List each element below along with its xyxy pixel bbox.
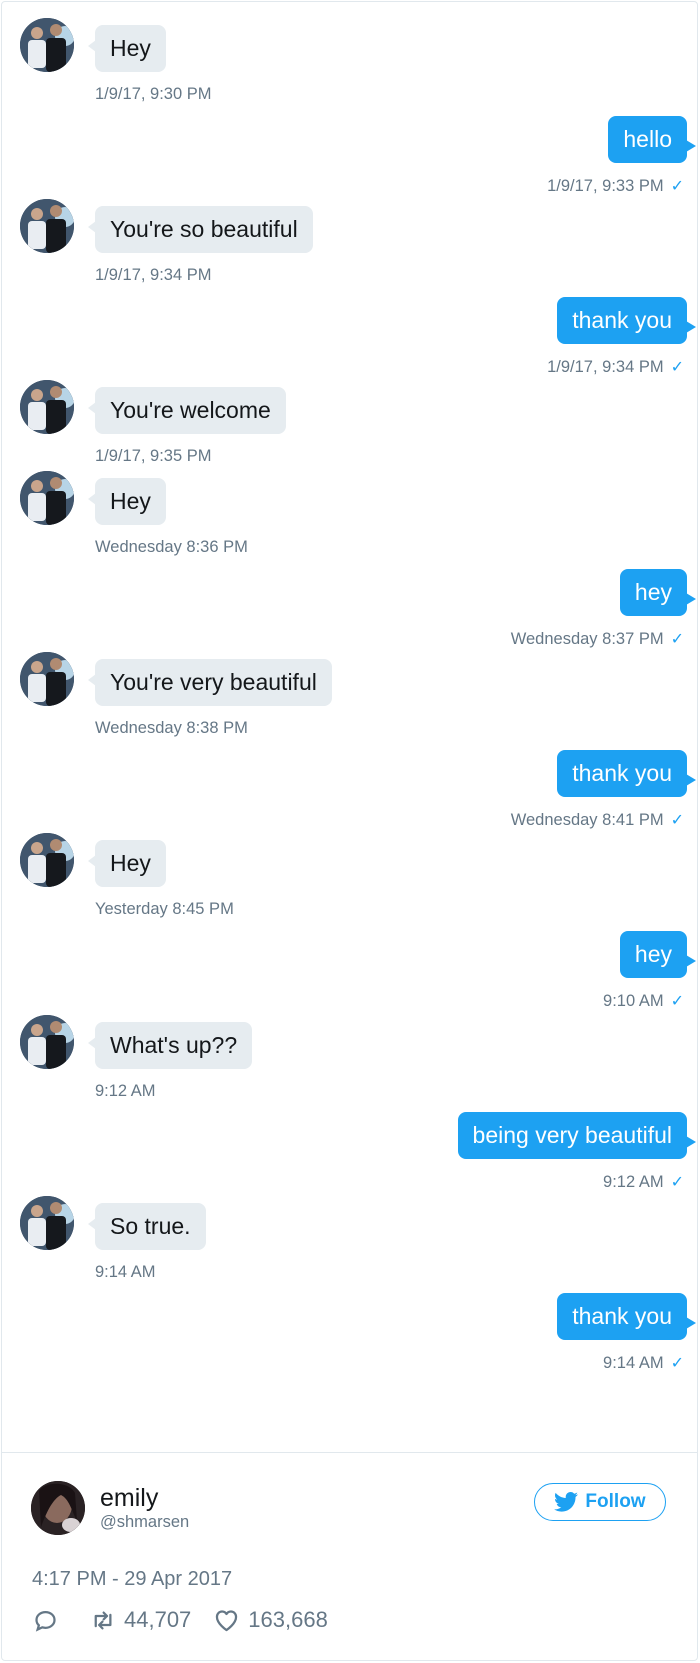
sender-avatar[interactable] xyxy=(20,471,74,525)
message-received: Hey 1/9/17, 9:30 PM xyxy=(0,2,700,103)
sender-avatar[interactable] xyxy=(20,1014,74,1069)
retweet-count: 44,707 xyxy=(124,1607,192,1632)
message-bubble[interactable]: Hey xyxy=(88,478,166,525)
message-bubble[interactable]: So true. xyxy=(88,1202,206,1250)
reply-icon xyxy=(35,1610,56,1632)
sender-avatar[interactable] xyxy=(20,1195,74,1250)
message-bubble[interactable]: hey xyxy=(619,931,697,978)
sender-avatar[interactable] xyxy=(20,380,74,435)
sender-avatar-photo xyxy=(20,1014,74,1069)
message-bubble[interactable]: thank you xyxy=(557,296,696,344)
message-bubble[interactable]: Hey xyxy=(88,25,166,72)
follow-button[interactable]: Follow xyxy=(534,1483,666,1521)
message-received: Hey Yesterday 8:45 PM xyxy=(0,817,700,918)
message-sent: thank you 9:14 AM ✓ xyxy=(0,1270,700,1372)
sender-avatar[interactable] xyxy=(20,199,74,254)
message-bubble[interactable]: hey xyxy=(619,568,697,616)
retweet-icon xyxy=(94,1611,112,1629)
author-handle[interactable]: @shmarsen xyxy=(100,1513,189,1532)
message-received: You're welcome 1/9/17, 9:35 PM xyxy=(0,364,700,465)
read-check-icon: ✓ xyxy=(670,1355,684,1373)
message-sent: thank you Wednesday 8:41 PM ✓ xyxy=(0,727,700,829)
tweet-timestamp[interactable]: 4:17 PM - 29 Apr 2017 xyxy=(32,1568,232,1591)
message-bubble[interactable]: You're so beautiful xyxy=(88,206,313,254)
sender-avatar[interactable] xyxy=(20,18,74,72)
like-action[interactable]: 163,668 xyxy=(213,1607,328,1634)
message-sent: being very beautiful 9:12 AM ✓ xyxy=(0,1089,700,1191)
message-sent: hey 9:10 AM ✓ xyxy=(0,908,700,1010)
message-bubble[interactable]: thank you xyxy=(557,749,696,797)
author-name[interactable]: emily xyxy=(100,1484,158,1513)
sender-avatar-photo xyxy=(20,18,74,72)
author-avatar-photo xyxy=(31,1481,85,1535)
message-bubble[interactable]: What's up?? xyxy=(87,1021,253,1069)
message-received: So true. 9:14 AM xyxy=(0,1180,700,1281)
message-bubble[interactable]: You're welcome xyxy=(88,387,286,435)
message-sent: thank you 1/9/17, 9:34 PM ✓ xyxy=(0,274,700,376)
twitter-bird-icon xyxy=(554,1492,579,1512)
message-sent: hello 1/9/17, 9:33 PM ✓ xyxy=(0,93,700,195)
message-received: You're very beautiful Wednesday 8:38 PM xyxy=(0,636,700,737)
message-bubble[interactable]: thank you xyxy=(557,1293,696,1341)
sender-avatar[interactable] xyxy=(20,833,74,888)
follow-label: Follow xyxy=(585,1491,646,1512)
message-received: You're so beautiful 1/9/17, 9:34 PM xyxy=(0,183,700,284)
message-bubble[interactable]: You're very beautiful xyxy=(88,659,332,707)
retweet-action[interactable]: 44,707 xyxy=(89,1607,191,1634)
message-received: What's up?? 9:12 AM xyxy=(0,999,700,1100)
reply-action[interactable] xyxy=(32,1607,67,1634)
message-timestamp: 9:14 AM ✓ xyxy=(603,1353,684,1373)
sender-avatar-photo xyxy=(20,471,74,525)
sender-avatar-photo xyxy=(20,833,74,888)
sender-avatar-photo xyxy=(20,652,74,707)
message-received: Hey Wednesday 8:36 PM xyxy=(0,455,700,556)
sender-avatar-photo xyxy=(20,1195,74,1250)
like-count: 163,668 xyxy=(248,1607,328,1632)
message-bubble[interactable]: being very beautiful xyxy=(457,1112,697,1160)
message-sent: hey Wednesday 8:37 PM ✓ xyxy=(0,546,700,648)
timestamp-text: 9:14 AM xyxy=(603,1354,664,1373)
heart-icon xyxy=(216,1609,238,1631)
sender-avatar[interactable] xyxy=(20,652,74,707)
sender-avatar-photo xyxy=(20,199,74,254)
message-bubble[interactable]: Hey xyxy=(88,840,166,888)
tweet-actions: 44,707 163,668 xyxy=(32,1605,350,1635)
dm-conversation: Hey 1/9/17, 9:30 PM hello 1/9/17, 9:33 PM ✓ Y… xyxy=(0,0,700,1452)
author-avatar[interactable] xyxy=(31,1481,85,1535)
sender-avatar-photo xyxy=(20,380,74,435)
message-bubble[interactable]: hello xyxy=(608,115,696,163)
divider xyxy=(1,1452,698,1453)
